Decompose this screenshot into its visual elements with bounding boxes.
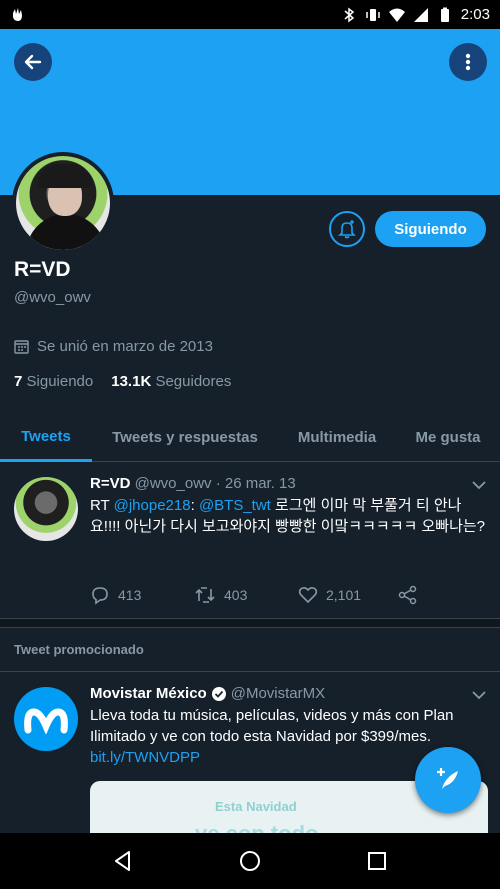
bell-plus-icon [338,220,356,239]
joined-date: Se unió en marzo de 2013 [14,338,213,355]
mention-link[interactable]: @BTS_twt [199,497,271,514]
promoted-label: Tweet promocionado [0,628,500,672]
notifications-button[interactable] [329,211,365,247]
divider [0,619,500,628]
follow-counts: 7 Siguiendo 13.1K Seguidores [14,373,231,390]
advertiser-avatar[interactable] [14,687,78,751]
profile-name: R=VD [14,258,71,281]
arrow-left-icon [24,54,42,70]
promoted-tweet[interactable]: Movistar México @MovistarMX Lleva toda t… [0,672,500,833]
signal-icon [413,7,428,22]
tab-tweets[interactable]: Tweets [0,413,92,462]
chevron-down-icon[interactable] [472,690,486,700]
compose-feather-icon [437,768,458,789]
vibrate-icon [366,8,380,21]
verified-icon [211,686,226,701]
following-button[interactable]: Siguiendo [375,211,486,247]
share-button[interactable] [398,585,418,605]
tweet-text: RT @jhope218: @BTS_twt 로그엔 이마 막 부풀거 티 안나… [90,497,486,535]
more-vertical-icon [465,53,471,71]
tab-likes[interactable]: Me gusta [396,413,500,462]
movistar-logo-icon [24,708,68,734]
status-time: 2:03 [460,6,490,23]
wifi-icon [388,8,405,22]
reply-icon [92,587,108,605]
joined-text: Se unió en marzo de 2013 [37,338,213,355]
reply-button[interactable]: 413 [90,585,194,605]
ad-header: Movistar México @MovistarMX [90,685,326,702]
followers-count-link[interactable]: 13.1K Seguidores [111,373,231,390]
calendar-icon [14,340,29,354]
back-button[interactable] [14,43,52,81]
like-button[interactable]: 2,101 [298,585,398,605]
app-notification-icon [13,7,22,21]
tab-tweets-replies[interactable]: Tweets y respuestas [92,413,278,462]
bluetooth-icon [344,7,354,22]
profile-handle: @wvo_owv [14,289,91,306]
tab-media[interactable]: Multimedia [278,413,396,462]
battery-icon [440,7,449,22]
profile-tabs: Tweets Tweets y respuestas Multimedia Me… [0,413,500,462]
tweet-header: R=VD @wvo_owv · 26 mar. 13 [90,475,296,492]
heart-icon [298,586,318,604]
tweet-avatar[interactable] [14,477,78,541]
share-icon [398,585,417,605]
status-bar: 2:03 [0,0,500,29]
system-nav-bar [0,833,500,889]
ad-link[interactable]: bit.ly/TWNVDPP [90,749,200,766]
tweet-actions: 413 403 2,101 [90,585,418,605]
compose-tweet-button[interactable] [415,747,481,813]
mention-link[interactable]: @jhope218 [114,497,191,514]
following-count-link[interactable]: 7 Siguiendo [14,373,93,390]
nav-home-icon[interactable] [239,850,261,872]
nav-back-icon[interactable] [112,850,134,872]
more-options-button[interactable] [449,43,487,81]
retweet-icon [195,587,215,603]
profile-avatar[interactable] [12,152,114,254]
chevron-down-icon[interactable] [472,480,486,490]
tweet-item[interactable]: R=VD @wvo_owv · 26 mar. 13 RT @jhope218:… [0,462,500,619]
nav-recents-icon[interactable] [366,850,388,872]
retweet-button[interactable]: 403 [194,585,298,605]
